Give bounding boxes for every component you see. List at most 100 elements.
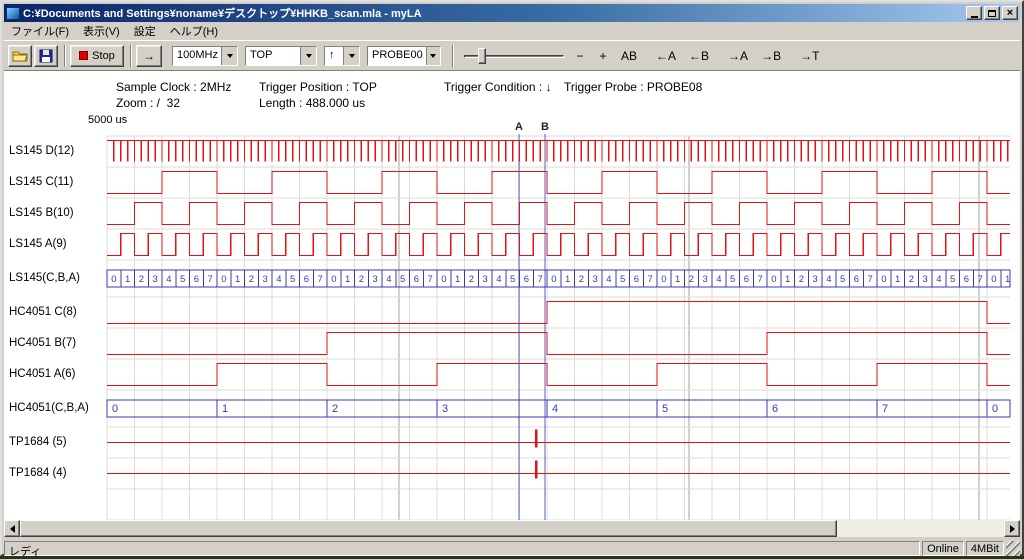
svg-text:2: 2 <box>249 274 254 285</box>
svg-text:3: 3 <box>262 274 267 285</box>
svg-text:4: 4 <box>166 274 171 285</box>
scroll-left-button[interactable] <box>4 520 20 537</box>
svg-text:6: 6 <box>854 274 859 285</box>
channel-label: HC4051(C,B,A) <box>9 402 106 414</box>
svg-text:6: 6 <box>304 274 309 285</box>
svg-text:1: 1 <box>235 274 240 285</box>
svg-text:1: 1 <box>895 274 900 285</box>
app-window: C:¥Documents and Settings¥noname¥デスクトップ¥… <box>0 0 1024 556</box>
svg-text:3: 3 <box>372 274 377 285</box>
svg-text:4: 4 <box>386 274 391 285</box>
resize-grip[interactable] <box>1006 541 1020 556</box>
svg-text:7: 7 <box>882 403 888 415</box>
scroll-right-icon <box>1010 525 1015 533</box>
svg-text:5: 5 <box>662 403 668 415</box>
svg-text:0: 0 <box>111 274 116 285</box>
svg-text:6: 6 <box>524 274 529 285</box>
svg-text:7: 7 <box>317 274 322 285</box>
scrollbar-thumb[interactable] <box>20 520 837 537</box>
svg-text:2: 2 <box>909 274 914 285</box>
svg-text:1: 1 <box>345 274 350 285</box>
svg-text:4: 4 <box>606 274 611 285</box>
svg-text:3: 3 <box>702 274 707 285</box>
scroll-right-button[interactable] <box>1004 520 1020 537</box>
svg-text:5: 5 <box>840 274 845 285</box>
cursor-label-A: A <box>515 121 523 133</box>
svg-text:1: 1 <box>125 274 130 285</box>
svg-text:5: 5 <box>620 274 625 285</box>
svg-text:0: 0 <box>112 403 118 415</box>
channel-label: HC4051 B(7) <box>9 337 106 349</box>
svg-text:2: 2 <box>689 274 694 285</box>
svg-text:5: 5 <box>180 274 185 285</box>
channel-label: LS145 C(11) <box>9 176 106 188</box>
svg-text:1: 1 <box>455 274 460 285</box>
svg-text:2: 2 <box>139 274 144 285</box>
svg-text:7: 7 <box>757 274 762 285</box>
svg-text:3: 3 <box>592 274 597 285</box>
svg-text:3: 3 <box>482 274 487 285</box>
channel-label: HC4051 A(6) <box>9 368 106 380</box>
cursor-label-B: B <box>541 121 549 133</box>
svg-text:4: 4 <box>936 274 941 285</box>
svg-text:3: 3 <box>922 274 927 285</box>
svg-text:6: 6 <box>414 274 419 285</box>
channel-label: HC4051 C(8) <box>9 306 106 318</box>
svg-text:2: 2 <box>799 274 804 285</box>
svg-text:0: 0 <box>221 274 226 285</box>
svg-text:0: 0 <box>991 274 996 285</box>
svg-text:4: 4 <box>552 403 558 415</box>
channel-label: TP1684 (4) <box>9 467 106 479</box>
svg-text:3: 3 <box>812 274 817 285</box>
waveform-svg[interactable]: 0123456701234567012345670123456701234567… <box>2 2 1024 558</box>
svg-text:0: 0 <box>331 274 336 285</box>
svg-text:1: 1 <box>675 274 680 285</box>
svg-text:0: 0 <box>881 274 886 285</box>
svg-text:4: 4 <box>276 274 281 285</box>
svg-text:4: 4 <box>496 274 501 285</box>
status-memory: 4MBit <box>966 541 1004 556</box>
scroll-left-icon <box>10 525 15 533</box>
svg-text:6: 6 <box>744 274 749 285</box>
svg-text:5: 5 <box>290 274 295 285</box>
svg-text:0: 0 <box>441 274 446 285</box>
channel-label: LS145 D(12) <box>9 145 106 157</box>
svg-text:7: 7 <box>207 274 212 285</box>
svg-text:7: 7 <box>867 274 872 285</box>
channel-label: LS145 B(10) <box>9 207 106 219</box>
channel-label: LS145(C,B,A) <box>9 272 106 284</box>
svg-text:0: 0 <box>551 274 556 285</box>
svg-text:3: 3 <box>152 274 157 285</box>
svg-text:2: 2 <box>469 274 474 285</box>
status-ready: レディ <box>4 541 920 556</box>
svg-text:7: 7 <box>427 274 432 285</box>
svg-text:5: 5 <box>730 274 735 285</box>
svg-text:4: 4 <box>826 274 831 285</box>
svg-text:1: 1 <box>222 403 228 415</box>
svg-text:1: 1 <box>565 274 570 285</box>
horizontal-scrollbar[interactable] <box>4 520 1020 537</box>
svg-text:7: 7 <box>977 274 982 285</box>
svg-text:6: 6 <box>772 403 778 415</box>
channel-label: TP1684 (5) <box>9 436 106 448</box>
svg-text:5: 5 <box>400 274 405 285</box>
svg-text:7: 7 <box>647 274 652 285</box>
svg-text:4: 4 <box>716 274 721 285</box>
svg-text:5: 5 <box>950 274 955 285</box>
svg-text:3: 3 <box>442 403 448 415</box>
svg-text:0: 0 <box>661 274 666 285</box>
svg-text:6: 6 <box>634 274 639 285</box>
status-online: Online <box>922 541 964 556</box>
svg-text:2: 2 <box>332 403 338 415</box>
waveform-plot[interactable]: 0123456701234567012345670123456701234567… <box>2 2 1024 558</box>
svg-text:2: 2 <box>579 274 584 285</box>
svg-text:1: 1 <box>785 274 790 285</box>
channel-label: LS145 A(9) <box>9 238 106 250</box>
svg-text:7: 7 <box>537 274 542 285</box>
svg-text:0: 0 <box>771 274 776 285</box>
svg-text:5: 5 <box>510 274 515 285</box>
svg-text:1: 1 <box>1005 274 1010 285</box>
svg-text:2: 2 <box>359 274 364 285</box>
svg-text:6: 6 <box>964 274 969 285</box>
status-bar: レディ Online 4MBit <box>4 539 1020 556</box>
